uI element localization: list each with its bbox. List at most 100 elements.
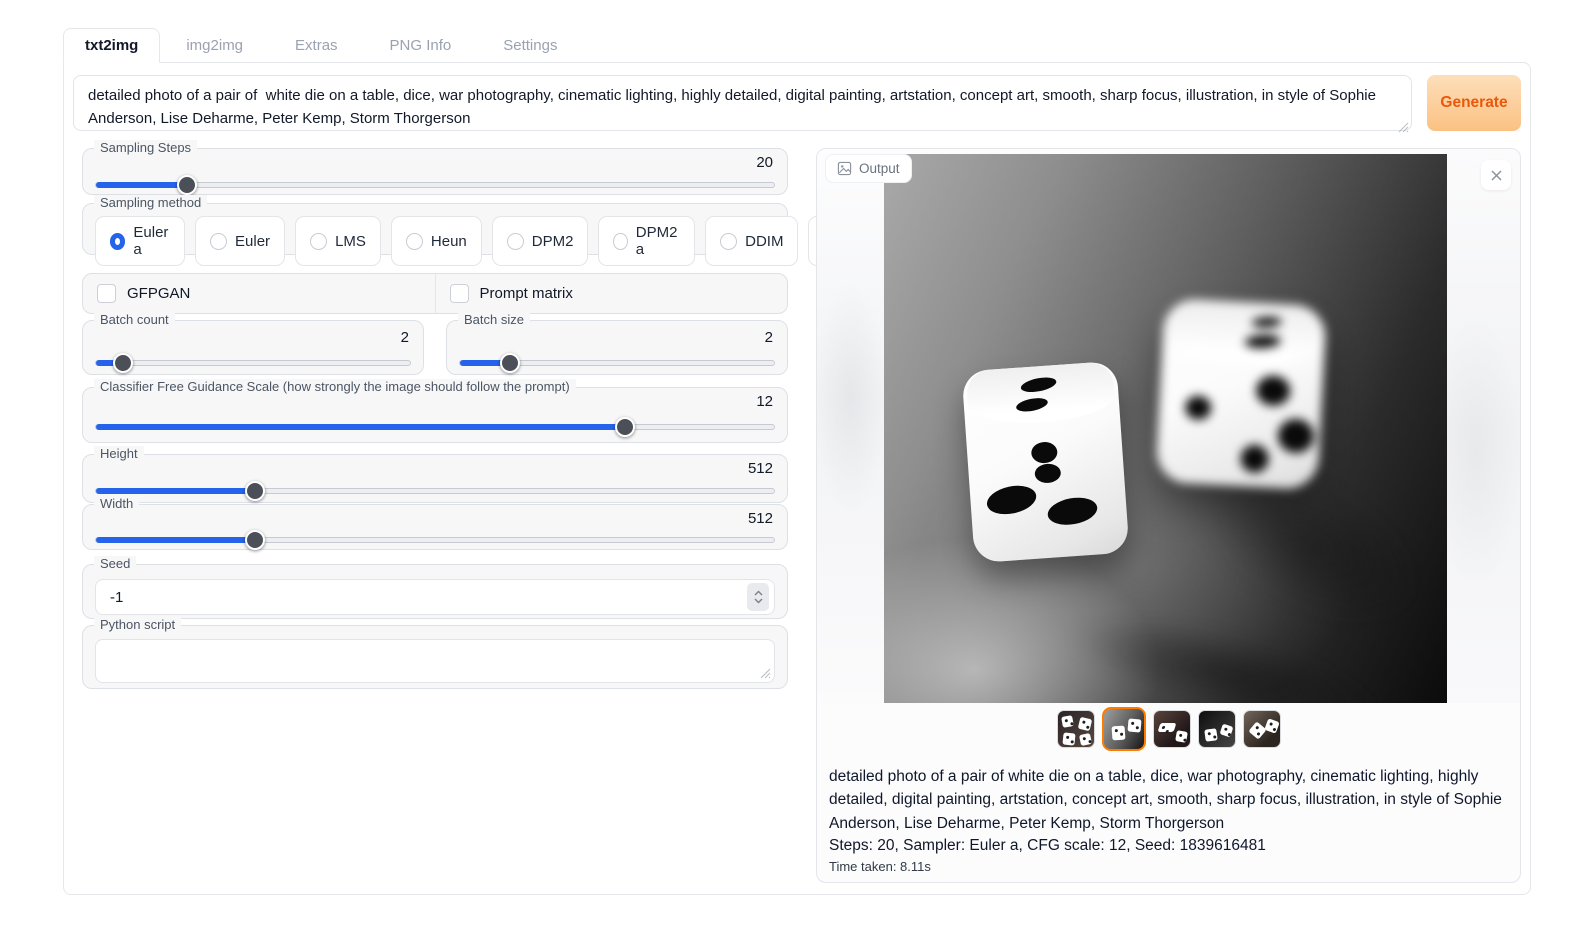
python-script-input[interactable] — [96, 640, 774, 682]
slider-fill — [96, 182, 188, 188]
tab-img2img[interactable]: img2img — [160, 29, 269, 62]
batch-row: Batch count 2 Batch size 2 — [82, 320, 788, 375]
batch-count-value: 2 — [401, 329, 409, 346]
slider-handle[interactable] — [245, 530, 265, 550]
output-panel: Output — [816, 148, 1521, 883]
sampling-method-label: Sampling method — [94, 195, 207, 210]
batch-size-slider[interactable] — [459, 353, 775, 373]
gallery-thumbnail[interactable] — [1102, 707, 1146, 751]
slider-track[interactable] — [95, 360, 411, 366]
option-label: DDIM — [745, 233, 783, 250]
width-value: 512 — [748, 510, 773, 527]
sd-webui-app: txt2img img2img Extras PNG Info Settings… — [63, 28, 1531, 895]
tab-bar: txt2img img2img Extras PNG Info Settings — [63, 28, 1531, 62]
prompt-matrix-label: Prompt matrix — [480, 285, 573, 302]
radio-icon — [720, 233, 737, 250]
slider-handle[interactable] — [615, 417, 635, 437]
height-group: Height 512 — [82, 454, 788, 503]
seed-group: Seed — [82, 564, 788, 619]
slider-fill — [96, 424, 625, 430]
output-image-area — [817, 149, 1520, 703]
batch-count-slider[interactable] — [95, 353, 411, 373]
batch-size-value: 2 — [765, 329, 773, 346]
chevron-down-icon[interactable] — [754, 598, 763, 604]
option-label: LMS — [335, 233, 366, 250]
checkbox-icon — [450, 284, 469, 303]
height-slider[interactable] — [95, 481, 775, 501]
height-value: 512 — [748, 460, 773, 477]
sampling-steps-value: 20 — [756, 154, 773, 171]
caption-prompt: detailed photo of a pair of white die on… — [829, 765, 1508, 835]
batch-size-label: Batch size — [458, 312, 530, 327]
tab-png-info[interactable]: PNG Info — [364, 29, 478, 62]
slider-handle[interactable] — [500, 353, 520, 373]
height-label: Height — [94, 446, 144, 461]
cfg-scale-slider[interactable] — [95, 417, 775, 437]
gallery-thumbnail[interactable] — [1153, 710, 1191, 748]
output-gallery — [817, 703, 1520, 754]
chevron-up-icon[interactable] — [754, 590, 763, 596]
output-image — [884, 154, 1447, 703]
python-script-group: Python script — [82, 625, 788, 689]
generate-button[interactable]: Generate — [1427, 75, 1521, 131]
gallery-thumbnail[interactable] — [1198, 710, 1236, 748]
option-label: DPM2 — [532, 233, 574, 250]
radio-icon — [406, 233, 423, 250]
sampling-method-option[interactable]: Euler a — [95, 216, 185, 266]
close-icon — [1490, 169, 1503, 182]
output-caption: detailed photo of a pair of white die on… — [817, 754, 1520, 874]
caption-params: Steps: 20, Sampler: Euler a, CFG scale: … — [829, 837, 1508, 855]
close-output-button[interactable] — [1481, 160, 1511, 190]
sampling-method-option[interactable]: DDIM — [705, 216, 798, 266]
prompt-matrix-checkbox[interactable]: Prompt matrix — [435, 274, 788, 313]
seed-spinner[interactable] — [747, 583, 769, 611]
python-script-label: Python script — [94, 617, 181, 632]
slider-track[interactable] — [95, 182, 775, 188]
sampling-method-option[interactable]: DPM2 — [492, 216, 589, 266]
gallery-thumbnail[interactable] — [1243, 710, 1281, 748]
sampling-method-group: Sampling method Euler a Euler LMS Heun D… — [82, 203, 788, 255]
seed-label: Seed — [94, 556, 136, 571]
tab-settings[interactable]: Settings — [477, 29, 583, 62]
slider-handle[interactable] — [113, 353, 133, 373]
width-slider[interactable] — [95, 530, 775, 550]
option-label: Euler — [235, 233, 270, 250]
sampling-steps-label: Sampling Steps — [94, 140, 197, 155]
slider-fill — [96, 488, 255, 494]
batch-size-group: Batch size 2 — [446, 320, 788, 375]
option-label: Heun — [431, 233, 467, 250]
caption-time-taken: Time taken: 8.11s — [829, 859, 1508, 874]
seed-input[interactable] — [96, 589, 747, 606]
slider-handle[interactable] — [177, 175, 197, 195]
die-rear — [1155, 298, 1326, 490]
slider-fill — [96, 537, 255, 543]
radio-icon — [613, 233, 627, 250]
prompt-row: detailed photo of a pair of white die on… — [73, 75, 1521, 136]
sampling-method-option[interactable]: DPM2 a — [598, 216, 695, 266]
cfg-scale-label: Classifier Free Guidance Scale (how stro… — [94, 379, 576, 394]
radio-icon — [310, 233, 327, 250]
slider-track[interactable] — [95, 537, 775, 543]
gallery-thumbnail[interactable] — [1057, 710, 1095, 748]
tab-txt2img[interactable]: txt2img — [63, 28, 160, 63]
radio-icon — [210, 233, 227, 250]
slider-handle[interactable] — [245, 481, 265, 501]
image-right-margin — [1447, 149, 1520, 703]
sampling-method-option[interactable]: Euler — [195, 216, 285, 266]
gfpgan-label: GFPGAN — [127, 285, 190, 302]
image-left-margin — [817, 149, 884, 703]
radio-icon — [507, 233, 524, 250]
slider-track[interactable] — [95, 424, 775, 430]
slider-track[interactable] — [95, 488, 775, 494]
output-header: Output — [825, 154, 912, 183]
image-icon — [837, 161, 852, 176]
batch-count-label: Batch count — [94, 312, 175, 327]
sampling-method-option[interactable]: LMS — [295, 216, 381, 266]
width-label: Width — [94, 496, 139, 511]
settings-column: Sampling Steps 20 Sampling method Euler … — [82, 148, 788, 689]
prompt-input[interactable]: detailed photo of a pair of white die on… — [73, 75, 1412, 131]
sampling-steps-slider[interactable] — [95, 175, 775, 195]
gfpgan-checkbox[interactable]: GFPGAN — [83, 274, 435, 313]
tab-extras[interactable]: Extras — [269, 29, 364, 62]
sampling-method-option[interactable]: Heun — [391, 216, 482, 266]
